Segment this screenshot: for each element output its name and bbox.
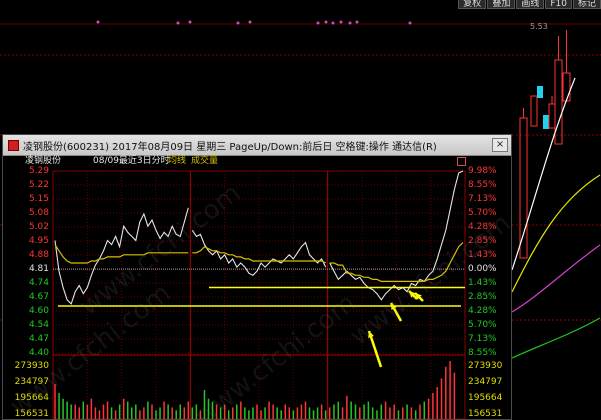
pct-axis-label: 8.55%: [468, 180, 497, 190]
volume-axis-label-right: 195664: [468, 393, 503, 403]
intraday-chart: [52, 170, 466, 419]
bg-candle: [543, 115, 549, 129]
pct-axis-label: 1.43%: [468, 278, 497, 288]
price-axis-label: 4.95: [28, 236, 49, 246]
price-axis-label: 4.54: [28, 320, 49, 330]
bg-candle: [562, 72, 571, 102]
pct-axis-label: 2.85%: [468, 292, 497, 302]
pct-axis-label: 7.13%: [468, 194, 497, 204]
intraday-popup-window[interactable]: 凌钢股份(600231) 2017年08月09日 星期三 PageUp/Down…: [2, 134, 512, 420]
volume-axis-label-left: 273930: [14, 361, 49, 371]
toolbar-button-f10[interactable]: F10: [545, 0, 572, 9]
pct-axis-label: 5.70%: [468, 320, 497, 330]
bg-mark-dot: [236, 21, 240, 25]
price-line: [329, 170, 464, 301]
toolbar-button-draw[interactable]: 画线: [516, 0, 545, 9]
volume-axis-label-left: 234797: [14, 377, 49, 387]
pct-axis-label: 4.28%: [468, 222, 497, 232]
bg-mark-dot: [324, 20, 328, 24]
price-axis-label: 4.81: [28, 264, 49, 274]
bg-mark-dot: [408, 21, 412, 25]
top-toolbar: 复权 叠加 画线 F10 标记: [458, 0, 601, 9]
pct-axis-label: 4.28%: [468, 306, 497, 316]
toolbar-button-adjust[interactable]: 复权: [458, 0, 487, 9]
annotation-arrowhead: [368, 331, 374, 338]
pct-axis-label: 0.00%: [468, 264, 497, 274]
pct-axis-label: 2.85%: [468, 236, 497, 246]
price-axis-label: 5.22: [28, 180, 49, 190]
pct-axis-label: 1.43%: [468, 250, 497, 260]
bg-candle: [537, 86, 543, 98]
bg-mark-dot: [355, 20, 359, 24]
bg-mark-dot: [96, 20, 100, 24]
avg-line: [54, 244, 189, 264]
bg-ma-line-magenta: [511, 244, 601, 313]
bg-mark-dot: [331, 21, 335, 25]
volume-axis-label-left: 195664: [14, 393, 49, 403]
price-axis-label: 5.08: [28, 208, 49, 218]
bg-mark-dot: [316, 21, 320, 25]
toolbar-button-overlay[interactable]: 叠加: [487, 0, 516, 9]
price-axis-label: 4.67: [28, 292, 49, 302]
bg-candle: [548, 103, 556, 129]
pct-axis-label: 7.13%: [468, 334, 497, 344]
bg-mark-dot: [176, 21, 180, 25]
pct-axis-label: 5.70%: [468, 208, 497, 218]
price-axis-label: 4.74: [28, 278, 49, 288]
bg-mark-dot: [188, 20, 192, 24]
volume-axis-label-right: 273930: [468, 361, 503, 371]
price-axis-label: 5.15: [28, 194, 49, 204]
bg-ma-line-green: [511, 317, 601, 359]
bg-candle: [519, 117, 528, 259]
price-axis-label: 5.29: [28, 166, 49, 176]
pct-axis-label: 8.55%: [468, 348, 497, 358]
bg-ma-line-yellow: [511, 174, 601, 293]
bg-mark-dot: [348, 21, 352, 25]
bg-last-price-label: 5.53: [530, 22, 548, 31]
toolbar-button-mark[interactable]: 标记: [572, 0, 601, 9]
price-axis-label: 4.88: [28, 250, 49, 260]
price-axis-label: 4.47: [28, 334, 49, 344]
pct-axis-label: 9.98%: [468, 166, 497, 176]
bg-mark-dot: [339, 20, 343, 24]
price-axis-label: 4.60: [28, 306, 49, 316]
volume-axis-label-right: 234797: [468, 377, 503, 387]
bg-ma-line-white: [511, 77, 576, 271]
bg-candle: [530, 95, 538, 127]
price-axis-label: 5.02: [28, 222, 49, 232]
bg-mark-dot: [248, 20, 252, 24]
price-axis-label: 4.40: [28, 348, 49, 358]
